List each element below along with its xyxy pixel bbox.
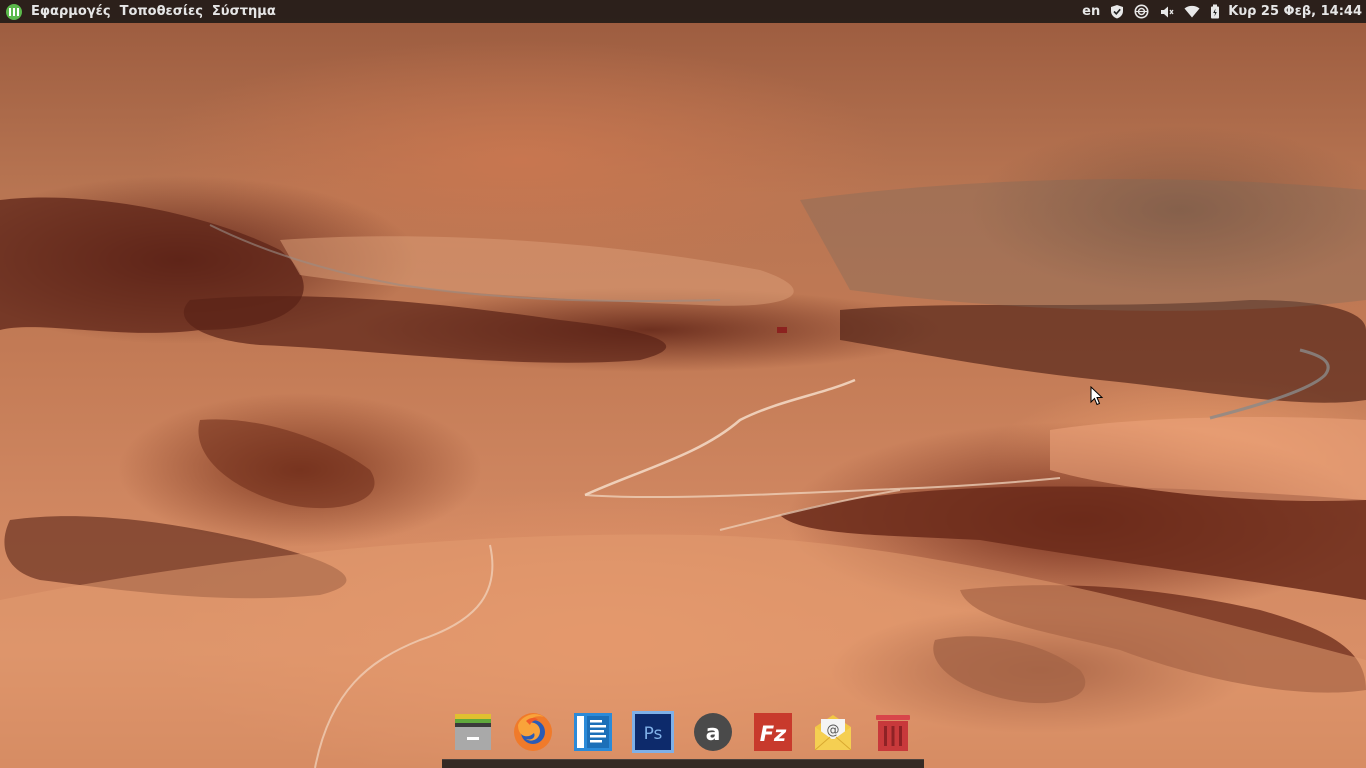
top-panel: Εφαρμογές Τοποθεσίες Σύστημα en Κυρ 25 Φ… [0,0,1366,23]
volume-icon[interactable] [1159,5,1174,19]
menu-system[interactable]: Σύστημα [212,4,276,19]
system-tray: en Κυρ 25 Φεβ, 14:44 [1072,0,1362,23]
svg-text:a: a [706,721,721,746]
file-manager-icon [455,714,491,750]
trash-icon [876,715,910,751]
svg-text:Ps: Ps [644,724,663,744]
photoshop-icon: Ps [632,711,674,753]
wifi-icon[interactable] [1184,5,1200,18]
menu-applications[interactable]: Εφαρμογές [31,4,111,19]
amazon-icon: a [694,713,732,751]
firefox-icon [514,713,552,751]
svg-text:Fz: Fz [760,722,787,746]
menu-places[interactable]: Τοποθεσίες [120,4,203,19]
dock-item-mail[interactable]: @ [811,710,855,754]
dock-item-files[interactable] [451,710,495,754]
filezilla-icon: Fz [754,713,792,751]
dock-item-trash[interactable] [871,710,915,754]
text-editor-icon [574,713,612,751]
dock-shelf [442,759,924,768]
dock-item-filezilla[interactable]: Fz [751,710,795,754]
network-globe-icon[interactable] [1134,4,1149,19]
desktop[interactable]: Εφαρμογές Τοποθεσίες Σύστημα en Κυρ 25 Φ… [0,0,1366,768]
dock-item-photoshop[interactable]: Ps [631,710,675,754]
mail-icon: @ [814,715,852,751]
battery-icon[interactable] [1210,4,1220,19]
shield-icon[interactable] [1110,4,1124,19]
main-menu-icon[interactable] [6,3,22,20]
dock-item-amazon[interactable]: a [691,710,735,754]
svg-text:@: @ [827,723,840,738]
clock[interactable]: Κυρ 25 Φεβ, 14:44 [1228,4,1362,19]
dock-item-firefox[interactable] [511,710,555,754]
mouse-cursor-icon [1090,386,1104,406]
keyboard-layout-indicator[interactable]: en [1082,4,1100,19]
wallpaper [0,179,1366,768]
dock-item-text-editor[interactable] [571,710,615,754]
dock: Ps a Fz @ [442,706,924,768]
